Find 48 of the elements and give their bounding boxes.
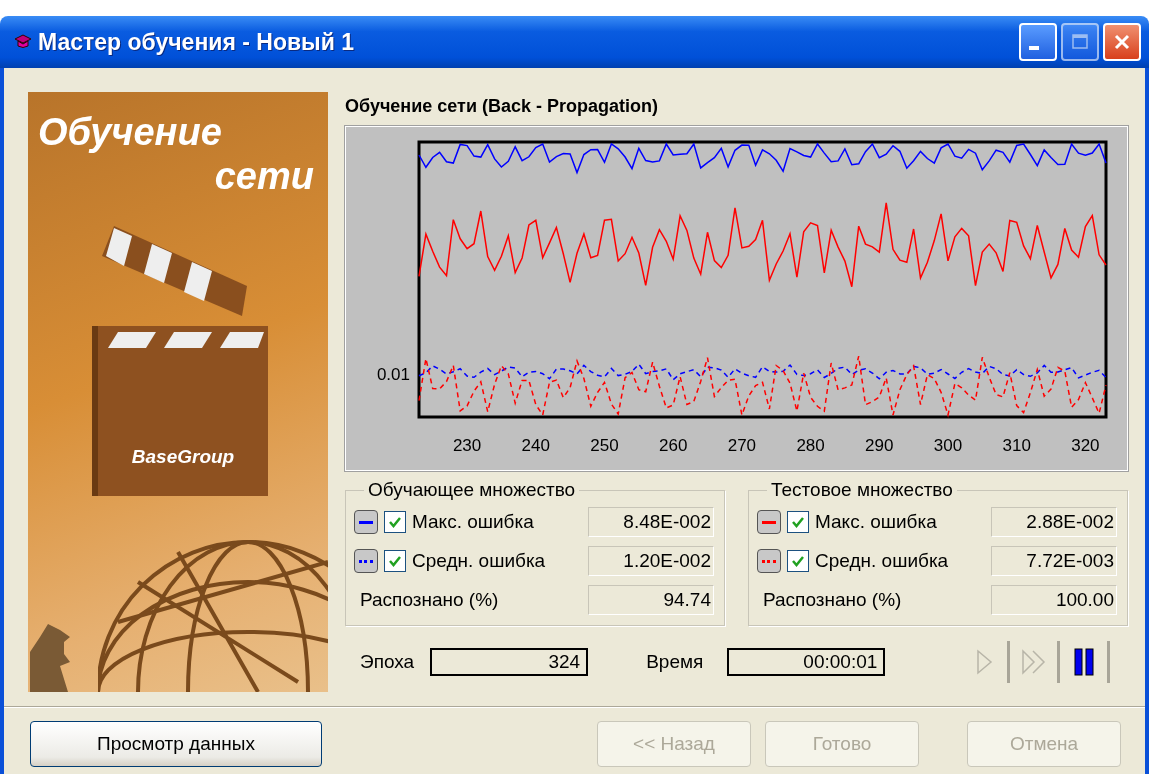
x-tick-label: 280 <box>796 436 825 455</box>
x-tick-label: 290 <box>865 436 894 455</box>
x-tick-label: 230 <box>452 436 482 455</box>
graduation-cap-icon <box>14 33 32 51</box>
checkbox-label: Макс. ошибка <box>412 511 535 533</box>
value-field: 8.48E-002 <box>588 507 714 537</box>
epoch-label: Эпоха <box>360 651 415 673</box>
minimize-button[interactable] <box>1019 23 1057 61</box>
time-field: 00:00:01 <box>727 648 886 676</box>
x-tick-label: 240 <box>521 436 550 455</box>
checkbox[interactable] <box>787 511 809 533</box>
pause-icon <box>1071 647 1096 677</box>
value-field: 1.20E-002 <box>588 546 714 576</box>
recognized-label: Распознано (%) <box>762 589 903 611</box>
checkbox[interactable] <box>384 511 406 533</box>
line-style-button[interactable] <box>354 510 378 534</box>
minimize-icon <box>1029 46 1039 50</box>
banner-title: Обучение <box>38 110 222 154</box>
checkbox[interactable] <box>787 550 809 572</box>
checkbox-label: Средн. ошибка <box>412 550 547 572</box>
epoch-field: 324 <box>430 648 589 676</box>
value-field: 94.74 <box>588 585 714 615</box>
close-button[interactable] <box>1103 23 1141 61</box>
group-title: Обучающее множество <box>367 479 577 501</box>
value-field: 2.88E-002 <box>991 507 1117 537</box>
x-tick-label: 310 <box>1002 436 1031 455</box>
checkbox-label: Макс. ошибка <box>815 511 938 533</box>
banner-title: сети <box>214 154 314 198</box>
x-tick-label: 300 <box>933 436 963 455</box>
recognized-label: Распознано (%) <box>359 589 500 611</box>
value-field: 7.72E-003 <box>991 546 1117 576</box>
x-tick-label: 250 <box>590 436 619 455</box>
time-label: Время <box>646 651 704 673</box>
group-title: Тестовое множество <box>770 479 954 501</box>
value-field: 100.00 <box>991 585 1117 615</box>
x-tick-label: 270 <box>727 436 757 455</box>
checkbox-label: Средн. ошибка <box>815 550 950 572</box>
dialog-button[interactable]: Просмотр данных <box>30 721 322 767</box>
window-title: Мастер обучения - Новый 1 <box>38 28 356 56</box>
chart-heading: Обучение сети (Back - Propagation) <box>345 95 658 118</box>
x-tick-label: 320 <box>1071 436 1100 455</box>
x-tick-label: 260 <box>659 436 688 455</box>
checkbox[interactable] <box>384 550 406 572</box>
line-style-button[interactable] <box>757 549 781 573</box>
line-style-button[interactable] <box>757 510 781 534</box>
logo-text: BaseGroup <box>131 446 235 468</box>
line-style-button[interactable] <box>354 549 378 573</box>
y-tick-label: 0.01 <box>376 365 410 384</box>
